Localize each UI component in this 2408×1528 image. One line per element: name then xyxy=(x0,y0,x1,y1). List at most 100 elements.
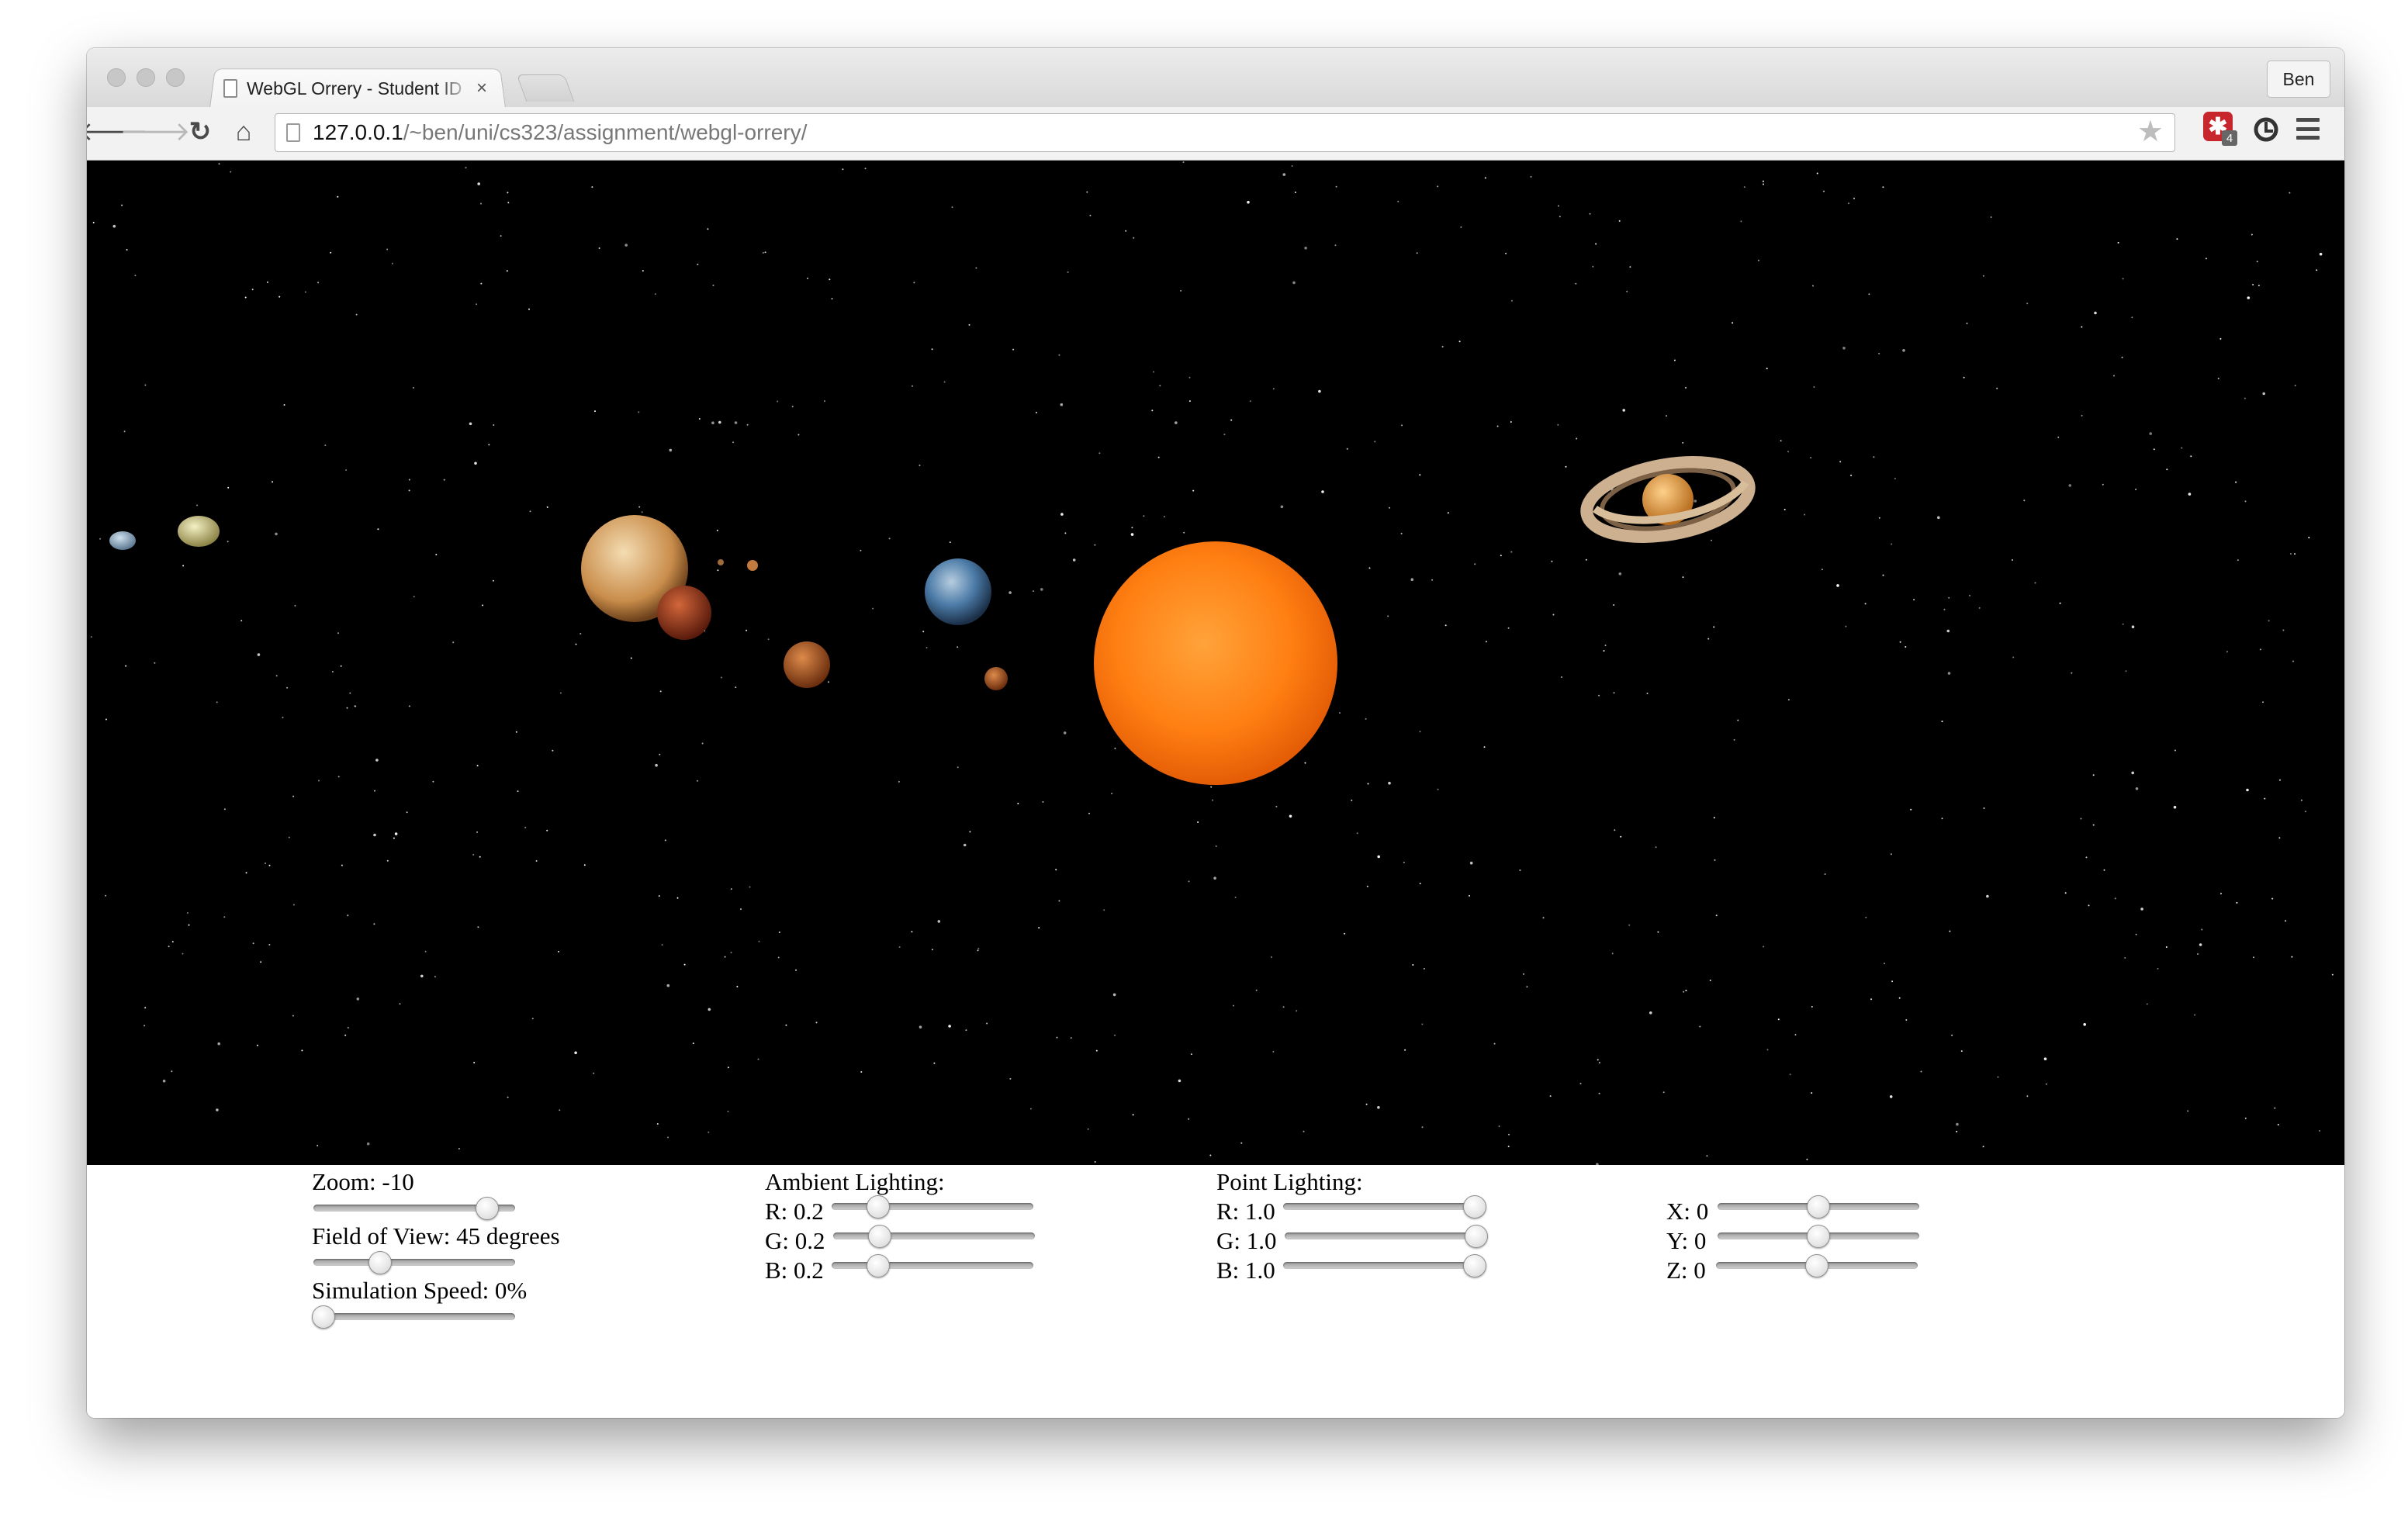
slider-thumb[interactable] xyxy=(368,1251,392,1274)
star xyxy=(736,986,739,987)
star xyxy=(1437,185,1439,188)
star xyxy=(408,479,410,481)
star xyxy=(933,1062,936,1064)
star xyxy=(1884,963,1885,965)
star xyxy=(1784,508,1786,510)
point-b-slider[interactable] xyxy=(1283,1253,1486,1278)
close-window-button[interactable] xyxy=(107,68,126,87)
star xyxy=(452,641,455,644)
position-y-slider[interactable] xyxy=(1718,1224,1919,1249)
slider-thumb[interactable] xyxy=(1807,1225,1830,1248)
page-icon xyxy=(286,123,300,142)
star xyxy=(1510,299,1513,302)
star xyxy=(2094,311,2097,315)
star xyxy=(842,168,844,171)
sync-icon[interactable] xyxy=(2251,115,2281,144)
star xyxy=(1996,387,1998,389)
address-bar[interactable]: 127.0.0.1/~ben/uni/cs323/assignment/webg… xyxy=(275,113,2175,152)
position-z-slider[interactable] xyxy=(1716,1253,1918,1278)
star xyxy=(1890,853,1892,856)
star xyxy=(2131,316,2133,319)
star xyxy=(257,653,261,656)
star xyxy=(90,636,92,638)
star xyxy=(593,1072,595,1074)
webgl-canvas[interactable] xyxy=(87,161,2344,1165)
star xyxy=(2279,779,2281,781)
point-g-slider[interactable] xyxy=(1285,1224,1488,1249)
star xyxy=(2122,623,2124,625)
zoom-slider[interactable] xyxy=(313,1196,515,1221)
star xyxy=(1213,876,1216,880)
tab-close-icon[interactable]: × xyxy=(476,78,487,99)
star xyxy=(931,348,933,351)
star xyxy=(1401,424,1403,427)
slider-thumb[interactable] xyxy=(1463,1195,1486,1219)
star xyxy=(275,675,278,677)
star xyxy=(1943,608,1946,610)
star xyxy=(1188,880,1190,883)
star xyxy=(2181,447,2183,449)
star xyxy=(492,579,494,582)
minimize-window-button[interactable] xyxy=(137,68,155,87)
slider-thumb[interactable] xyxy=(1465,1225,1488,1248)
slider-thumb[interactable] xyxy=(312,1305,335,1329)
forward-arrow-icon[interactable]: 🡒 xyxy=(119,113,190,150)
star xyxy=(986,1022,988,1025)
tab-title[interactable]: WebGL Orrery - Student ID xyxy=(247,78,472,99)
star xyxy=(1618,220,1621,222)
star xyxy=(1335,185,1337,188)
star xyxy=(112,224,116,228)
browser-window: WebGL Orrery - Student ID × Ben 🡐 🡒 ↻ ⌂ … xyxy=(87,48,2344,1418)
bookmark-star-icon[interactable]: ★ xyxy=(2137,117,2164,147)
star xyxy=(1559,216,1561,218)
star xyxy=(1132,1114,1134,1116)
star xyxy=(2201,928,2203,931)
star xyxy=(583,864,586,866)
star xyxy=(1094,544,1096,546)
slider-thumb[interactable] xyxy=(866,1254,890,1277)
slider-thumb[interactable] xyxy=(1805,1254,1828,1277)
speed-slider[interactable] xyxy=(312,1305,515,1329)
star xyxy=(638,411,640,413)
slider-track xyxy=(833,1232,1035,1239)
star xyxy=(724,956,726,958)
slider-thumb[interactable] xyxy=(867,1225,891,1248)
star xyxy=(1209,1154,1212,1156)
star xyxy=(288,836,290,838)
ambient-lighting-title: Ambient Lighting: xyxy=(765,1168,945,1195)
ambient-r-slider[interactable] xyxy=(832,1194,1033,1219)
star xyxy=(134,275,137,277)
star xyxy=(477,926,479,928)
star xyxy=(1087,1128,1089,1130)
star xyxy=(1813,386,1815,388)
fov-slider[interactable] xyxy=(313,1250,515,1275)
slider-thumb[interactable] xyxy=(1807,1195,1830,1219)
slider-thumb[interactable] xyxy=(475,1197,499,1220)
position-x-slider[interactable] xyxy=(1718,1194,1919,1219)
star xyxy=(1469,894,1470,897)
star xyxy=(399,1003,401,1005)
slider-thumb[interactable] xyxy=(866,1195,890,1219)
star xyxy=(1812,285,1814,287)
extension-button[interactable]: ✱ 4 xyxy=(2203,112,2237,146)
menu-icon[interactable] xyxy=(2296,118,2320,140)
profile-button[interactable]: Ben xyxy=(2267,60,2330,98)
maximize-window-button[interactable] xyxy=(166,68,185,87)
star xyxy=(373,923,375,925)
slider-thumb[interactable] xyxy=(1463,1254,1486,1277)
star xyxy=(2026,302,2029,305)
ambient-g-slider[interactable] xyxy=(833,1224,1035,1249)
new-tab-button[interactable] xyxy=(516,74,575,102)
reload-icon[interactable]: ↻ xyxy=(182,113,219,150)
ambient-b-slider[interactable] xyxy=(832,1253,1033,1278)
star xyxy=(758,940,760,942)
star xyxy=(2308,537,2310,539)
star xyxy=(1334,244,1337,247)
star xyxy=(807,277,808,279)
home-icon[interactable]: ⌂ xyxy=(225,113,262,150)
star xyxy=(2300,799,2302,801)
star xyxy=(218,163,220,165)
star xyxy=(1474,563,1476,565)
url-text[interactable]: 127.0.0.1/~ben/uni/cs323/assignment/webg… xyxy=(313,120,807,145)
point-r-slider[interactable] xyxy=(1283,1194,1486,1219)
